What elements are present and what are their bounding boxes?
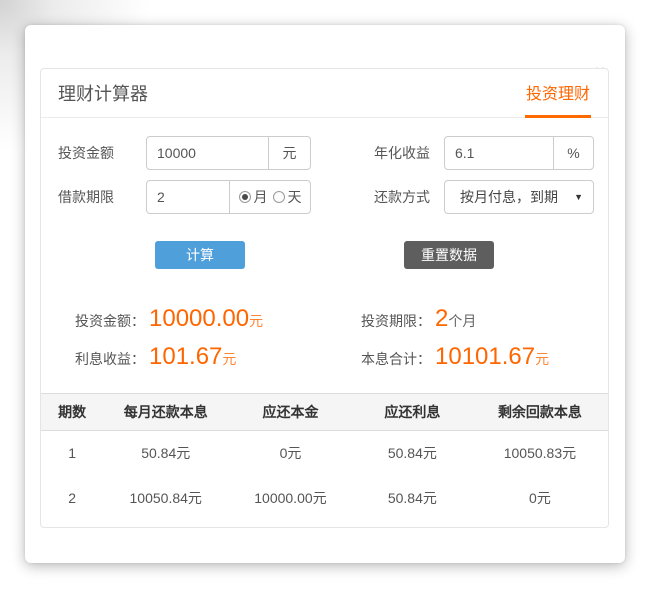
radio-month-label[interactable]: 月 xyxy=(254,187,268,207)
investment-amount-label: 投资金额 xyxy=(58,143,146,163)
reset-button[interactable]: 重置数据 xyxy=(404,241,494,269)
summary-label: 利息收益： xyxy=(75,349,145,369)
page-title: 理财计算器 xyxy=(58,80,148,106)
loan-term-unit-radios: 月 天 xyxy=(229,181,310,213)
annual-yield-unit: % xyxy=(553,137,593,169)
calculator-modal: × 理财计算器 投资理财 投资金额 元 年化收益 % xyxy=(25,25,625,563)
form-area: 投资金额 元 年化收益 % 借款期限 xyxy=(41,118,608,371)
summary-interest-income: 利息收益： 101.67 元 xyxy=(75,343,361,371)
repayment-schedule-table: 期数 每月还款本息 应还本金 应还利息 剩余回款本息 1 50.84元 0元 5… xyxy=(41,393,608,521)
summary-principal-interest-total: 本息合计： 10101.67 元 xyxy=(361,343,574,371)
loan-term-input[interactable] xyxy=(147,181,229,213)
cell-interest-due: 50.84元 xyxy=(353,476,472,521)
summary-unit: 元 xyxy=(535,349,549,369)
annual-yield-label: 年化收益 xyxy=(374,143,444,163)
loan-term-box: 月 天 xyxy=(146,180,311,214)
table-row: 1 50.84元 0元 50.84元 10050.83元 xyxy=(41,431,608,476)
cell-monthly-payment: 50.84元 xyxy=(103,431,228,476)
annual-yield-group: 年化收益 % xyxy=(374,136,594,170)
summary-unit: 元 xyxy=(249,311,263,331)
investment-amount-group: 投资金额 元 xyxy=(58,136,311,170)
result-summary: 投资金额： 10000.00 元 投资期限： 2 个月 利息收益： 101.67… xyxy=(58,305,591,371)
table-row: 2 10050.84元 10000.00元 50.84元 0元 xyxy=(41,476,608,521)
tab-investment[interactable]: 投资理财 xyxy=(525,69,591,118)
summary-investment-amount: 投资金额： 10000.00 元 xyxy=(75,305,361,333)
radio-day-label[interactable]: 天 xyxy=(288,187,302,207)
summary-value: 101.67 xyxy=(149,343,222,371)
investment-amount-box: 元 xyxy=(146,136,311,170)
form-row-1: 投资金额 元 年化收益 % xyxy=(58,136,591,170)
summary-value: 2 xyxy=(435,305,448,333)
cell-period: 2 xyxy=(41,476,103,521)
summary-label: 投资金额： xyxy=(75,311,145,331)
cell-interest-due: 50.84元 xyxy=(353,431,472,476)
col-header-principal-due: 应还本金 xyxy=(228,394,353,431)
cell-remaining: 0元 xyxy=(472,476,608,521)
loan-term-label: 借款期限 xyxy=(58,187,146,207)
repayment-method-label: 还款方式 xyxy=(374,187,444,207)
col-header-monthly-payment: 每月还款本息 xyxy=(103,394,228,431)
cell-remaining: 10050.83元 xyxy=(472,431,608,476)
cell-principal-due: 10000.00元 xyxy=(228,476,353,521)
col-header-remaining: 剩余回款本息 xyxy=(472,394,608,431)
summary-unit: 个月 xyxy=(448,311,476,331)
chevron-down-icon: ▼ xyxy=(574,192,583,202)
col-header-period: 期数 xyxy=(41,394,103,431)
annual-yield-box: % xyxy=(444,136,594,170)
table-header-row: 期数 每月还款本息 应还本金 应还利息 剩余回款本息 xyxy=(41,394,608,431)
col-header-interest-due: 应还利息 xyxy=(353,394,472,431)
repayment-method-value: 按月付息，到期 xyxy=(460,187,558,207)
button-row: 计算 重置数据 xyxy=(58,241,591,269)
summary-value: 10101.67 xyxy=(435,343,535,371)
panel-header: 理财计算器 投资理财 xyxy=(41,69,608,118)
annual-yield-input[interactable] xyxy=(445,137,553,169)
investment-amount-input[interactable] xyxy=(147,137,268,169)
repayment-method-group: 还款方式 按月付息，到期 ▼ xyxy=(374,180,594,214)
form-row-2: 借款期限 月 天 还款方式 按月付息，到期 xyxy=(58,180,591,214)
summary-investment-term: 投资期限： 2 个月 xyxy=(361,305,574,333)
radio-day-icon[interactable] xyxy=(273,191,285,203)
summary-value: 10000.00 xyxy=(149,305,249,333)
cell-principal-due: 0元 xyxy=(228,431,353,476)
cell-period: 1 xyxy=(41,431,103,476)
radio-month-icon[interactable] xyxy=(239,191,251,203)
investment-amount-unit: 元 xyxy=(268,137,310,169)
calculator-panel: 理财计算器 投资理财 投资金额 元 年化收益 % xyxy=(40,68,609,528)
calculate-button[interactable]: 计算 xyxy=(155,241,245,269)
summary-label: 本息合计： xyxy=(361,349,431,369)
loan-term-group: 借款期限 月 天 xyxy=(58,180,311,214)
summary-label: 投资期限： xyxy=(361,311,431,331)
cell-monthly-payment: 10050.84元 xyxy=(103,476,228,521)
summary-unit: 元 xyxy=(222,349,236,369)
repayment-method-select[interactable]: 按月付息，到期 ▼ xyxy=(444,180,594,214)
